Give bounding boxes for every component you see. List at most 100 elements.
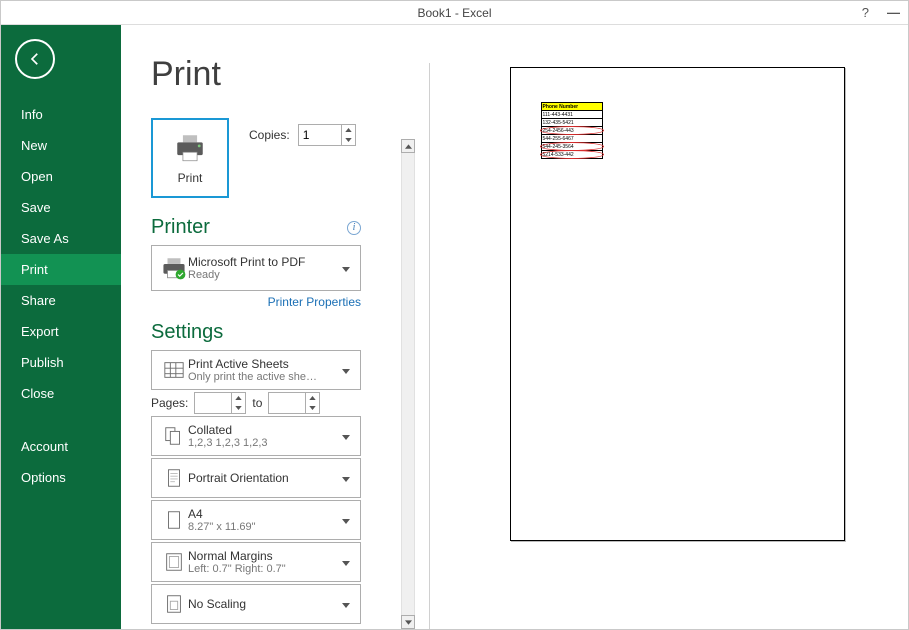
pages-to-label: to — [252, 396, 262, 410]
sidebar-item-new[interactable]: New — [1, 130, 121, 161]
back-button[interactable] — [15, 39, 55, 79]
preview-cell: 111-443-4431 — [541, 111, 602, 119]
scroll-down-icon[interactable] — [401, 615, 415, 629]
back-arrow-icon — [25, 49, 45, 69]
scroll-up-icon[interactable] — [401, 139, 415, 153]
settings-heading: Settings — [151, 321, 361, 344]
margins-sub: Left: 0.7" Right: 0.7" — [188, 563, 342, 575]
minimize-icon[interactable]: — — [887, 5, 900, 20]
preview-table: Phone Number 111-443-4431 132-435-5421 2… — [541, 102, 603, 159]
backstage-body: Info New Open Save Save As Print Share E… — [1, 25, 908, 629]
preview-cell: 5214-533-442 — [541, 151, 602, 159]
titlebar: Book1 - Excel ? — — [1, 1, 908, 25]
margins-title: Normal Margins — [188, 549, 342, 563]
print-button[interactable]: Print — [151, 118, 229, 198]
printer-icon — [173, 131, 207, 165]
preview-cell: 544-255-6467 — [541, 135, 602, 143]
scaling-title: No Scaling — [188, 597, 342, 611]
copies-spinner[interactable] — [298, 124, 356, 146]
copies-row: Copies: — [249, 124, 356, 146]
print-what-title: Print Active Sheets — [188, 357, 342, 371]
sidebar-item-account[interactable]: Account — [1, 431, 121, 462]
up-icon[interactable] — [232, 393, 245, 403]
sidebar-item-saveas[interactable]: Save As — [1, 223, 121, 254]
chevron-down-icon — [342, 553, 352, 571]
page-title: Print — [151, 55, 401, 94]
app-window: Book1 - Excel ? — Info New Open Save Sav… — [0, 0, 909, 630]
scaling-icon — [160, 593, 188, 615]
sidebar-item-open[interactable]: Open — [1, 161, 121, 192]
down-icon[interactable] — [232, 403, 245, 413]
help-icon[interactable]: ? — [862, 5, 869, 20]
scroll-track[interactable] — [401, 153, 415, 615]
pages-label: Pages: — [151, 396, 188, 410]
copies-up-icon[interactable] — [342, 125, 355, 135]
printer-status: Ready — [188, 269, 342, 281]
pages-to-spinner[interactable] — [268, 392, 320, 414]
sidebar-item-share[interactable]: Share — [1, 285, 121, 316]
printer-properties-row: Printer Properties — [151, 293, 361, 311]
print-settings-pane: Print Print Copies: — [121, 55, 401, 629]
pages-from-spinner[interactable] — [194, 392, 246, 414]
printer-status-icon — [160, 255, 188, 281]
backstage-sidebar: Info New Open Save Save As Print Share E… — [1, 25, 121, 629]
collate-icon — [160, 425, 188, 447]
window-title: Book1 - Excel — [417, 6, 491, 20]
printer-heading-row: Printer i — [151, 216, 361, 239]
paper-title: A4 — [188, 507, 342, 521]
preview-page: Phone Number 111-443-4431 132-435-5421 2… — [510, 67, 845, 541]
vertical-divider — [429, 63, 430, 629]
preview-cell: 254-2456-443 — [541, 127, 602, 135]
chevron-down-icon — [342, 511, 352, 529]
scaling-dropdown[interactable]: No Scaling — [151, 584, 361, 624]
sidebar-item-save[interactable]: Save — [1, 192, 121, 223]
sidebar-item-publish[interactable]: Publish — [1, 347, 121, 378]
printer-dropdown[interactable]: Microsoft Print to PDF Ready — [151, 245, 361, 291]
sidebar-item-close[interactable]: Close — [1, 378, 121, 409]
page-icon — [160, 509, 188, 531]
sheets-icon — [160, 359, 188, 381]
print-preview: Phone Number 111-443-4431 132-435-5421 2… — [446, 55, 908, 629]
down-icon[interactable] — [306, 403, 319, 413]
settings-scrollbar[interactable] — [401, 139, 419, 629]
sidebar-item-print[interactable]: Print — [1, 254, 121, 285]
copies-down-icon[interactable] — [342, 135, 355, 145]
chevron-down-icon — [342, 361, 352, 379]
printer-name: Microsoft Print to PDF — [188, 255, 342, 269]
main-area: Print Print Copies: — [121, 25, 908, 629]
window-controls: ? — — [862, 5, 900, 20]
info-icon[interactable]: i — [347, 221, 361, 235]
preview-cell: 544-245-3564 — [541, 143, 602, 151]
preview-header: Phone Number — [541, 103, 602, 111]
collate-sub: 1,2,3 1,2,3 1,2,3 — [188, 437, 342, 449]
sidebar-item-export[interactable]: Export — [1, 316, 121, 347]
print-what-sub: Only print the active she… — [188, 371, 342, 383]
orientation-dropdown[interactable]: Portrait Orientation — [151, 458, 361, 498]
pages-row: Pages: to — [151, 392, 361, 414]
sidebar-item-info[interactable]: Info — [1, 99, 121, 130]
margins-icon — [160, 551, 188, 573]
print-button-label: Print — [178, 171, 203, 185]
collate-title: Collated — [188, 423, 342, 437]
printer-properties-link[interactable]: Printer Properties — [268, 295, 361, 309]
chevron-down-icon — [342, 259, 352, 277]
paper-sub: 8.27" x 11.69" — [188, 521, 342, 533]
portrait-icon — [160, 467, 188, 489]
copies-input[interactable] — [299, 125, 341, 145]
pages-to-input[interactable] — [269, 393, 305, 413]
up-icon[interactable] — [306, 393, 319, 403]
print-what-dropdown[interactable]: Print Active Sheets Only print the activ… — [151, 350, 361, 390]
sidebar-item-options[interactable]: Options — [1, 462, 121, 493]
chevron-down-icon — [342, 469, 352, 487]
margins-dropdown[interactable]: Normal Margins Left: 0.7" Right: 0.7" — [151, 542, 361, 582]
pages-from-input[interactable] — [195, 393, 231, 413]
copies-label: Copies: — [249, 128, 290, 142]
chevron-down-icon — [342, 427, 352, 445]
preview-cell: 132-435-5421 — [541, 119, 602, 127]
print-row: Print Copies: — [151, 118, 401, 198]
chevron-down-icon — [342, 595, 352, 613]
collate-dropdown[interactable]: Collated 1,2,3 1,2,3 1,2,3 — [151, 416, 361, 456]
orientation-title: Portrait Orientation — [188, 471, 342, 485]
paper-size-dropdown[interactable]: A4 8.27" x 11.69" — [151, 500, 361, 540]
printer-heading: Printer — [151, 216, 210, 239]
